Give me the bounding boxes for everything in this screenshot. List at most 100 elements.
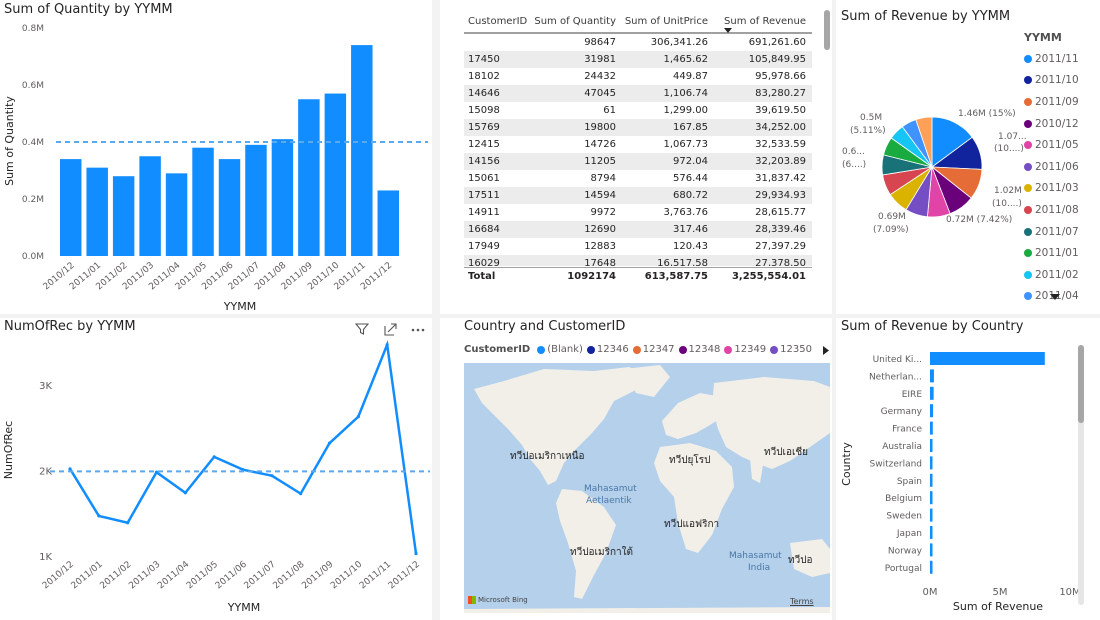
legend-color-dot <box>537 345 546 354</box>
legend-label: 12348 <box>688 344 721 355</box>
country-chart-title: Sum of Revenue by Country <box>841 319 1024 334</box>
map-legend-item[interactable]: 12348 <box>678 344 721 355</box>
map-legend-item[interactable]: 12346 <box>586 344 629 355</box>
pie-legend-item[interactable]: 2011/01 <box>1024 242 1096 264</box>
header-sum-of-quantity[interactable]: Sum of Quantity <box>532 16 622 27</box>
revenue-cell: 39,619.50 <box>755 105 806 116</box>
map-terms-link[interactable]: Terms <box>790 597 814 606</box>
filter-icon[interactable] <box>355 322 369 336</box>
y-tick-label: 3K <box>39 381 52 392</box>
pie-legend-item[interactable]: 2011/06 <box>1024 156 1096 178</box>
country-scrollbar-thumb[interactable] <box>1078 345 1084 423</box>
table-row[interactable]: 15061 8794 576.44 31,837.42 <box>464 170 812 187</box>
country-scrollbar[interactable] <box>1078 345 1084 605</box>
table-header-row[interactable]: CustomerID Sum of Quantity Sum of UnitPr… <box>464 10 812 34</box>
pie-legend-item[interactable]: 2011/02 <box>1024 264 1096 286</box>
pie-legend[interactable]: 2011/11 2011/10 2011/09 2010/12 2011/05 2011/… <box>1024 48 1096 307</box>
pie-legend-item[interactable]: 2011/05 <box>1024 134 1096 156</box>
table-row[interactable]: 14911 9972 3,763.76 28,615.77 <box>464 204 812 221</box>
table-row[interactable]: 14646 47045 1,106.74 83,280.27 <box>464 85 812 102</box>
pie-legend-item[interactable]: 2011/07 <box>1024 221 1096 243</box>
header-sum-of-unitprice[interactable]: Sum of UnitPrice <box>622 16 714 27</box>
legend-label: 2011/09 <box>1035 95 1079 108</box>
map-legend-items[interactable]: (Blank) 12346 12347 12348 12349 12350 <box>537 344 812 355</box>
table-row[interactable]: 15769 19800 167.85 34,252.00 <box>464 119 812 136</box>
table-scrollbar-thumb[interactable] <box>824 10 830 50</box>
customerid-cell: 14156 <box>468 156 500 167</box>
quantity-bar <box>271 139 294 256</box>
focus-mode-icon[interactable] <box>384 322 398 336</box>
map-legend-item[interactable]: 12350 <box>770 344 812 355</box>
table-row[interactable]: 16029 17648 16,517.58 27,378.50 <box>464 255 812 266</box>
pie-legend-item[interactable]: 2011/04 <box>1024 286 1096 308</box>
legend-color-dot <box>632 345 641 354</box>
country-bar <box>930 543 933 557</box>
y-tick-label: 0.8M <box>22 24 44 34</box>
legend-color-dot <box>1024 141 1032 150</box>
customerid-cell: 12415 <box>468 139 500 150</box>
header-sum-of-revenue[interactable]: Sum of Revenue <box>714 16 812 27</box>
customerid-cell: 14911 <box>468 207 500 218</box>
table-row[interactable]: 17949 12883 120.43 27,397.29 <box>464 238 812 255</box>
legend-next-icon[interactable] <box>823 346 829 355</box>
legend-label: 12347 <box>642 344 675 355</box>
map-legend-item[interactable]: 12349 <box>724 344 766 355</box>
pie-legend-item[interactable]: 2011/11 <box>1024 48 1096 70</box>
y-tick-label: Norway <box>888 546 923 556</box>
world-map[interactable]: ทวีปอเมริกาเหนือ ทวีปยุโรป ทวีปเอเชีย ทว… <box>464 363 830 613</box>
quantity-cell: 14726 <box>584 139 616 150</box>
table-row[interactable]: 14156 11205 972.04 32,203.89 <box>464 153 812 170</box>
quantity-bar <box>245 144 267 256</box>
map-legend[interactable]: CustomerID (Blank) 12346 12347 12348 12349 12… <box>464 344 812 355</box>
legend-scroll-down-icon[interactable] <box>1050 294 1060 300</box>
country-bar <box>930 386 934 400</box>
table-row[interactable]: 17511 14594 680.72 29,934.93 <box>464 187 812 204</box>
numofrec-line <box>68 339 418 554</box>
north-america-land <box>474 367 654 485</box>
map-legend-item[interactable]: (Blank) <box>537 344 583 355</box>
revenue-cell: 28,615.77 <box>755 207 806 218</box>
pie-legend-item[interactable]: 2010/12 <box>1024 113 1096 135</box>
quantity-cell: 12883 <box>584 241 616 252</box>
pie-legend-item[interactable]: 2011/08 <box>1024 199 1096 221</box>
pie-legend-item[interactable]: 2011/10 <box>1024 70 1096 92</box>
quantity-cell: 17648 <box>584 258 616 266</box>
map-legend-item[interactable]: 12347 <box>632 344 675 355</box>
table-row[interactable]: 18102 24432 449.87 95,978.66 <box>464 68 812 85</box>
legend-color-dot <box>1024 249 1032 258</box>
country-bar <box>930 560 933 574</box>
quantity-cell: 47045 <box>584 88 616 99</box>
pie-legend-item[interactable]: 2011/03 <box>1024 178 1096 200</box>
label-atlantic-2: Aetlaentik <box>586 496 632 506</box>
table-row[interactable]: 16684 12690 317.46 28,339.46 <box>464 221 812 238</box>
pie-legend-item[interactable]: 2011/09 <box>1024 91 1096 113</box>
more-options-icon[interactable] <box>410 322 426 336</box>
table-scrollbar[interactable] <box>824 10 830 50</box>
table-total-row: Total 1092174 613,587.75 3,255,554.01 <box>464 267 812 285</box>
table-row[interactable]: 12415 14726 1,067.73 32,533.59 <box>464 136 812 153</box>
table-row[interactable]: 15098 61 1,299.00 39,619.50 <box>464 102 812 119</box>
quantity-bar <box>165 173 188 256</box>
india-land <box>750 459 764 483</box>
quantity-cell: 8794 <box>590 173 616 184</box>
table-body[interactable]: 98647 306,341.26 691,261.60 17450 31981 1,465… <box>464 34 812 266</box>
revenue-cell: 27,397.29 <box>755 241 806 252</box>
pie-data-label: 1.46M (15%) <box>958 109 1016 119</box>
numofrec-point <box>183 491 187 495</box>
label-indian-2: India <box>748 563 771 573</box>
customer-table[interactable]: CustomerID Sum of Quantity Sum of UnitPr… <box>464 10 812 285</box>
unitprice-cell: 1,299.00 <box>663 105 708 116</box>
table-row[interactable]: 17450 31981 1,465.62 105,849.95 <box>464 51 812 68</box>
header-customerid[interactable]: CustomerID <box>464 16 532 27</box>
y-tick-label: Sweden <box>886 512 922 522</box>
revenue-cell: 34,252.00 <box>755 122 806 133</box>
revenue-cell: 83,280.27 <box>755 88 806 99</box>
sort-descending-icon[interactable] <box>724 28 732 34</box>
pie-data-label: (10....) <box>994 144 1024 154</box>
table-row[interactable]: 98647 306,341.26 691,261.60 <box>464 34 812 51</box>
label-europe: ทวีปยุโรป <box>669 455 711 466</box>
y-axis-title: Country <box>840 442 853 486</box>
legend-label: 2011/07 <box>1035 225 1079 238</box>
revenue-cell: 32,203.89 <box>755 156 806 167</box>
pie-data-label: 0.69M <box>878 212 906 222</box>
